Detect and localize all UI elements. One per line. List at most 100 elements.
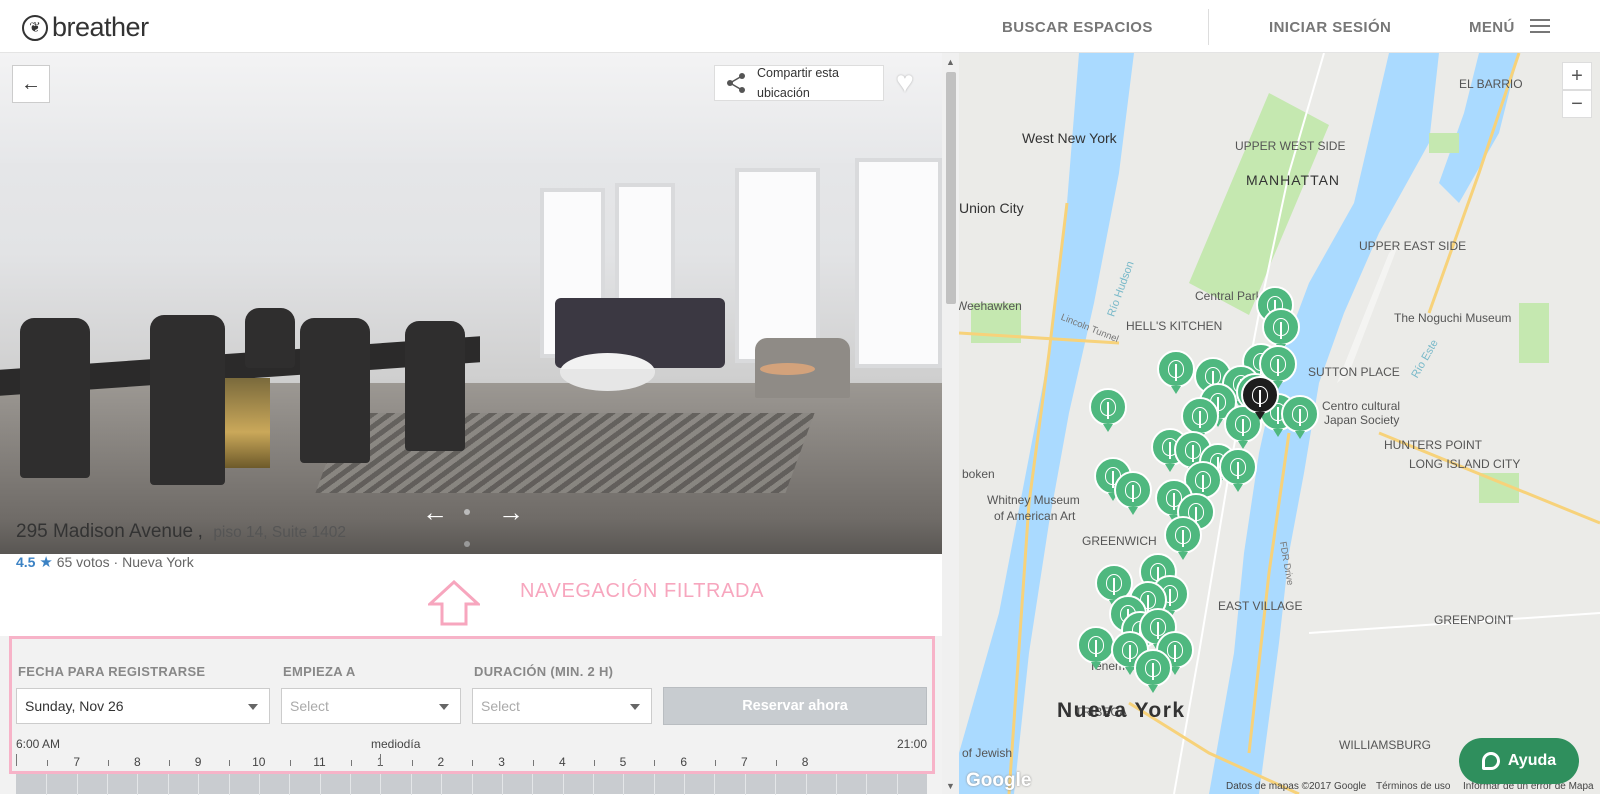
map-label-sutton-place: SUTTON PLACE xyxy=(1308,365,1400,379)
map-label-greenpoint: GREENPOINT xyxy=(1434,613,1514,627)
share-icon xyxy=(727,73,745,93)
rating-row: 4.5 ★ 65 votos · Nueva York xyxy=(16,553,194,571)
tree-icon xyxy=(1100,398,1116,419)
heart-icon[interactable]: ♥ xyxy=(896,68,914,98)
slide-next-arrow-icon[interactable]: → xyxy=(498,497,524,528)
breather-logo[interactable]: ❦ breather xyxy=(22,12,149,43)
timeline-slot-divider xyxy=(410,773,412,795)
timeline-slot-divider xyxy=(76,773,78,795)
annotation-label: NAVEGACIÓN FILTRADA xyxy=(520,580,765,602)
space-map-pin[interactable] xyxy=(1281,395,1319,439)
rating-separator: · xyxy=(113,554,119,570)
timeline-slot-divider xyxy=(198,773,200,795)
share-label: Compartir esta ubicación xyxy=(757,66,839,100)
map-label-weehawken: Weehawken xyxy=(959,299,1022,313)
title-separator: , xyxy=(197,521,203,542)
photo-chair xyxy=(245,308,295,368)
tree-icon xyxy=(1192,407,1208,428)
timeline-slot-divider xyxy=(835,773,837,795)
space-map-pin[interactable] xyxy=(1077,626,1115,670)
tree-icon xyxy=(1292,405,1308,426)
space-map-pin[interactable] xyxy=(1114,471,1152,515)
map-label-manhattan: MANHATTAN xyxy=(1246,172,1341,188)
scroll-up-icon[interactable]: ▲ xyxy=(946,57,955,67)
votes-count: 65 votos xyxy=(56,554,110,570)
timeline-bar[interactable] xyxy=(16,772,927,795)
tree-icon xyxy=(1273,318,1289,339)
listing-city: Nueva York xyxy=(122,554,194,570)
timeline-slot-divider xyxy=(744,773,746,795)
scroll-down-icon[interactable]: ▼ xyxy=(946,781,955,791)
tree-icon xyxy=(1088,636,1104,657)
timeline-slot-divider xyxy=(653,773,655,795)
space-map-pin[interactable] xyxy=(1262,308,1300,352)
zoom-out-button[interactable]: − xyxy=(1562,90,1592,118)
map-label-hoboken: boken xyxy=(962,467,995,481)
nav-menu[interactable]: MENÚ xyxy=(1469,19,1515,36)
map-label-central-park: Central Park xyxy=(1195,289,1262,303)
map-label-centro-cultural: Centro cultural xyxy=(1322,399,1401,413)
listing-title-row: 295 Madison Avenue , piso 14, Suite 1402 xyxy=(16,521,346,543)
nav-search-spaces[interactable]: BUSCAR ESPACIOS xyxy=(1002,19,1153,36)
zoom-in-button[interactable]: + xyxy=(1562,62,1592,90)
tree-icon xyxy=(1106,574,1122,595)
tree-logo-icon: ❦ xyxy=(22,14,48,41)
photo-side-table xyxy=(760,363,815,375)
hamburger-icon[interactable] xyxy=(1530,19,1550,33)
tree-icon xyxy=(1175,526,1191,547)
tree-icon xyxy=(1230,458,1246,479)
nav-login[interactable]: INICIAR SESIÓN xyxy=(1269,19,1391,36)
chat-bubble-icon xyxy=(1481,752,1500,770)
timeline-slot-divider xyxy=(167,773,169,795)
listing-title: 295 Madison Avenue xyxy=(16,521,194,542)
timeline-slot-divider xyxy=(380,773,382,795)
photo-chair xyxy=(150,315,225,485)
space-map-pin[interactable] xyxy=(1181,397,1219,441)
timeline-slot-divider xyxy=(228,773,230,795)
slide-dot[interactable] xyxy=(464,541,470,547)
slide-dot[interactable] xyxy=(464,509,470,515)
map-label-noguchi: The Noguchi Museum xyxy=(1394,311,1512,325)
timeline-slot-divider xyxy=(350,773,352,795)
photo-chair xyxy=(300,318,370,463)
space-map-pin[interactable] xyxy=(1134,649,1172,693)
help-button[interactable]: Ayuda xyxy=(1459,738,1579,784)
timeline-slot-divider xyxy=(471,773,473,795)
annotation-highlight-box xyxy=(9,636,935,774)
scrollbar-thumb[interactable] xyxy=(946,72,956,304)
timeline-slot-divider xyxy=(441,773,443,795)
map-data-credit: Datos de mapas ©2017 Google xyxy=(1226,781,1367,792)
photo-chair xyxy=(20,318,90,478)
tree-icon xyxy=(1195,471,1211,492)
space-map-pin[interactable] xyxy=(1164,516,1202,560)
timeline-slot-divider xyxy=(46,773,48,795)
photo-window xyxy=(735,168,820,363)
logo-text: breather xyxy=(52,12,149,42)
timeline-slot-divider xyxy=(592,773,594,795)
listing-photo[interactable]: ← Compartir esta ubicación ♥ ← → xyxy=(0,53,942,554)
timeline-slot-divider xyxy=(714,773,716,795)
space-map-pin[interactable] xyxy=(1089,388,1127,432)
map-label-jersey: of Jewish xyxy=(962,746,1013,760)
slide-prev-arrow-icon[interactable]: ← xyxy=(422,497,448,528)
back-button[interactable]: ← xyxy=(12,65,50,103)
timeline-slot-divider xyxy=(258,773,260,795)
timeline-slot-divider xyxy=(562,773,564,795)
map-label-hunters-point: HUNTERS POINT xyxy=(1384,438,1483,452)
timeline-slot-divider xyxy=(501,773,503,795)
annotation-arrow-icon xyxy=(428,580,480,626)
photo-rug xyxy=(315,413,815,493)
help-label: Ayuda xyxy=(1507,752,1557,769)
space-map-pin[interactable] xyxy=(1219,448,1257,492)
photo-coffee-table xyxy=(560,353,655,391)
share-location-button[interactable]: Compartir esta ubicación xyxy=(714,65,884,101)
photo-chair xyxy=(405,321,465,451)
selected-space-map-pin[interactable] xyxy=(1241,376,1279,420)
google-logo: Google xyxy=(966,770,1032,791)
top-header: ❦ breather BUSCAR ESPACIOS INICIAR SESIÓ… xyxy=(0,0,1600,53)
timeline-slot-divider xyxy=(289,773,291,795)
map-view[interactable]: West New York Union City Weehawken MANHA… xyxy=(959,53,1600,794)
space-map-pin[interactable] xyxy=(1157,350,1195,394)
map-terms-link[interactable]: Términos de uso xyxy=(1376,781,1450,792)
tree-icon xyxy=(1145,659,1161,680)
